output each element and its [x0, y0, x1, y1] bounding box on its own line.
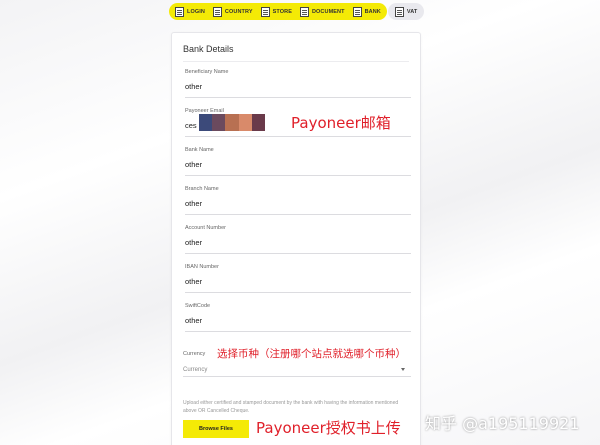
field-label: SwiftCode: [185, 303, 211, 309]
step-country[interactable]: COUNTRY: [208, 3, 257, 20]
iban-number-field[interactable]: IBAN Number other: [185, 264, 411, 293]
field-value[interactable]: other: [185, 199, 411, 208]
beneficiary-name-field[interactable]: Beneficiary Name other: [185, 69, 411, 98]
currency-select[interactable]: Currency: [183, 363, 411, 377]
step-store[interactable]: STORE: [256, 3, 296, 20]
bank-details-card: Bank Details Beneficiary Name other Payo…: [171, 32, 421, 445]
step-label: STORE: [272, 8, 292, 15]
document-icon: [260, 6, 270, 17]
field-value[interactable]: other: [185, 238, 411, 247]
document-icon: [175, 6, 184, 17]
annotation-upload: Payoneer授权书上传: [256, 419, 401, 437]
field-value[interactable]: other: [185, 160, 411, 169]
field-underline: [185, 175, 411, 176]
step-label: LOGIN: [187, 8, 205, 15]
field-label: IBAN Number: [185, 264, 219, 270]
currency-label: Currency: [183, 351, 206, 357]
field-label: Account Number: [185, 225, 226, 231]
step-label: DOCUMENT: [311, 8, 345, 15]
field-value[interactable]: other: [185, 277, 411, 286]
account-number-field[interactable]: Account Number other: [185, 225, 411, 254]
step-label: BANK: [364, 8, 381, 15]
step-document[interactable]: DOCUMENT: [295, 3, 349, 20]
annotation-currency: 选择币种（注册哪个站点就选哪个币种）: [217, 348, 406, 360]
chevron-down-icon: [401, 368, 405, 371]
step-login[interactable]: LOGIN: [169, 3, 209, 20]
branch-name-field[interactable]: Branch Name other: [185, 186, 411, 215]
step-label: COUNTRY: [224, 8, 253, 15]
field-underline: [185, 214, 411, 215]
field-underline: [185, 253, 411, 254]
field-underline: [185, 331, 411, 332]
swift-code-field[interactable]: SwiftCode other: [185, 303, 411, 332]
document-icon: [212, 6, 222, 17]
divider: [183, 61, 409, 62]
field-label: Beneficiary Name: [185, 69, 229, 75]
field-value[interactable]: other: [185, 316, 411, 325]
step-vat[interactable]: VAT: [387, 3, 425, 20]
field-underline: [185, 292, 411, 293]
upload-instructions: Upload either certified and stamped docu…: [183, 400, 399, 414]
currency-placeholder: Currency: [183, 366, 208, 373]
card-title: Bank Details: [183, 44, 234, 54]
field-label: Bank Name: [185, 147, 214, 153]
step-bank[interactable]: BANK: [348, 3, 387, 20]
browse-files-button[interactable]: Browse Files: [183, 420, 249, 438]
document-icon: [394, 6, 404, 17]
document-icon: [352, 6, 362, 17]
progress-stepper: LOGIN COUNTRY STORE DOCUMENT BANK VAT: [169, 3, 425, 20]
field-value[interactable]: other: [185, 82, 411, 91]
field-underline: [185, 136, 411, 137]
annotation-email: Payoneer邮箱: [291, 114, 391, 132]
field-label: Branch Name: [185, 186, 219, 192]
watermark: 知乎 @a195119921: [425, 414, 580, 433]
document-icon: [299, 6, 309, 17]
field-underline: [185, 97, 411, 98]
bank-name-field[interactable]: Bank Name other: [185, 147, 411, 176]
step-label: VAT: [406, 8, 418, 15]
redaction-blur: [199, 114, 266, 131]
